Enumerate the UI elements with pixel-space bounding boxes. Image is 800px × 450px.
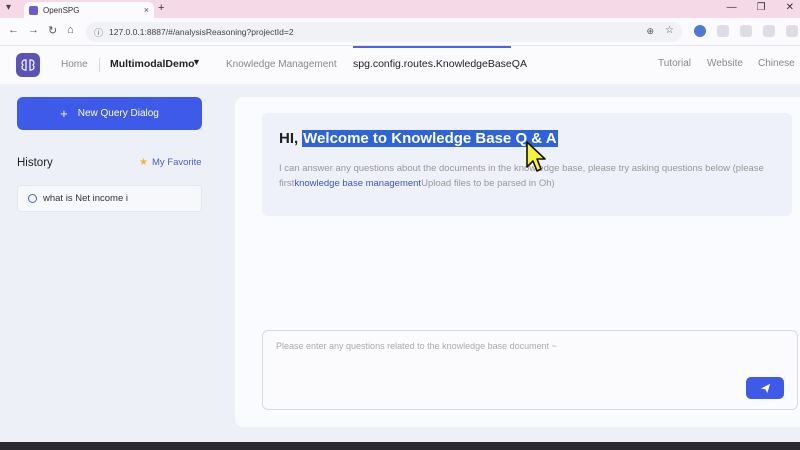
new-tab-icon[interactable]: + [158, 2, 164, 14]
history-item[interactable]: what is Net income i [17, 185, 202, 212]
bookmark-star-icon[interactable]: ☆ [665, 25, 674, 36]
question-input[interactable]: Please enter any questions related to th… [262, 330, 798, 410]
translate-icon[interactable] [717, 25, 729, 37]
my-favorite-link[interactable]: ★ My Favorite [139, 157, 202, 168]
chevron-down-icon[interactable]: ▼ [192, 57, 201, 67]
browser-tab-bar: ▾ OpenSPG × + — ❐ ✕ [0, 0, 800, 18]
nav-website[interactable]: Website [707, 58, 743, 69]
nav-knowledge-base-qa[interactable]: spg.config.routes.KnowledgeBaseQA [353, 58, 527, 70]
openspg-favicon-icon [29, 5, 38, 15]
close-window-icon[interactable]: ✕ [786, 2, 794, 13]
tab-list-chevron-icon[interactable]: ▾ [6, 2, 11, 13]
extensions-puzzle-icon[interactable] [763, 25, 775, 37]
reload-icon[interactable]: ↻ [48, 24, 57, 37]
question-input-placeholder: Please enter any questions related to th… [276, 341, 557, 351]
browser-tab-title: OpenSPG [43, 5, 80, 15]
taskbar-strip [0, 442, 800, 450]
extension-icon[interactable] [694, 25, 706, 37]
mouse-cursor-icon [526, 141, 546, 172]
my-favorite-label: My Favorite [151, 157, 202, 168]
zoom-icon[interactable]: ⊕ [646, 26, 654, 37]
window-controls: — ❐ ✕ [727, 2, 794, 13]
site-info-icon[interactable]: ⓘ [94, 26, 103, 39]
send-button[interactable] [746, 377, 784, 399]
app-header: Home MultimodalDemo ▼ Knowledge Manageme… [0, 46, 800, 84]
new-query-dialog-button[interactable]: + New Query Dialog [17, 97, 202, 130]
forward-icon[interactable]: → [28, 24, 39, 36]
brain-icon[interactable] [16, 53, 40, 77]
active-nav-indicator [353, 46, 511, 48]
knowledge-base-management-link[interactable]: knowledge base management [294, 178, 421, 189]
header-divider [99, 58, 100, 72]
home-icon[interactable]: ⌂ [67, 24, 74, 36]
back-icon[interactable]: ← [8, 24, 19, 36]
split-view-icon[interactable] [786, 25, 798, 37]
greeting-prefix: HI, [279, 130, 299, 147]
url-text: 127.0.0.1:8887/#/analysisReasoning?proje… [109, 27, 294, 37]
history-title: History [17, 157, 53, 169]
star-icon: ★ [139, 157, 148, 168]
minimize-icon[interactable]: — [727, 2, 737, 13]
tab-close-icon[interactable]: × [144, 5, 149, 15]
greeting-highlight: Welcome to Knowledge Base Q & A [302, 130, 558, 147]
language-switch[interactable]: Chinese [758, 58, 795, 69]
chat-icon [28, 194, 37, 203]
description-text-2: Upload files to be parsed in Oh) [421, 178, 555, 189]
welcome-heading: HI, Welcome to Knowledge Base Q & A [279, 130, 558, 147]
url-field[interactable]: ⓘ 127.0.0.1:8887/#/analysisReasoning?pro… [86, 22, 682, 42]
browser-tab-openspg[interactable]: OpenSPG × [24, 2, 154, 18]
maximize-icon[interactable]: ❐ [757, 2, 766, 13]
history-item-label: what is Net income i [43, 193, 129, 204]
send-icon [760, 383, 770, 393]
new-query-dialog-label: New Query Dialog [77, 108, 159, 119]
nav-knowledge-management[interactable]: Knowledge Management [226, 59, 337, 70]
reader-icon[interactable] [740, 25, 752, 37]
browser-address-bar: ← → ↻ ⌂ ⓘ 127.0.0.1:8887/#/analysisReaso… [0, 18, 800, 46]
extensions-area: ⋮ [694, 25, 800, 37]
nav-tutorial[interactable]: Tutorial [658, 58, 691, 69]
project-selector[interactable]: MultimodalDemo [110, 58, 195, 70]
plus-icon: + [60, 106, 68, 121]
nav-home[interactable]: Home [61, 59, 88, 70]
